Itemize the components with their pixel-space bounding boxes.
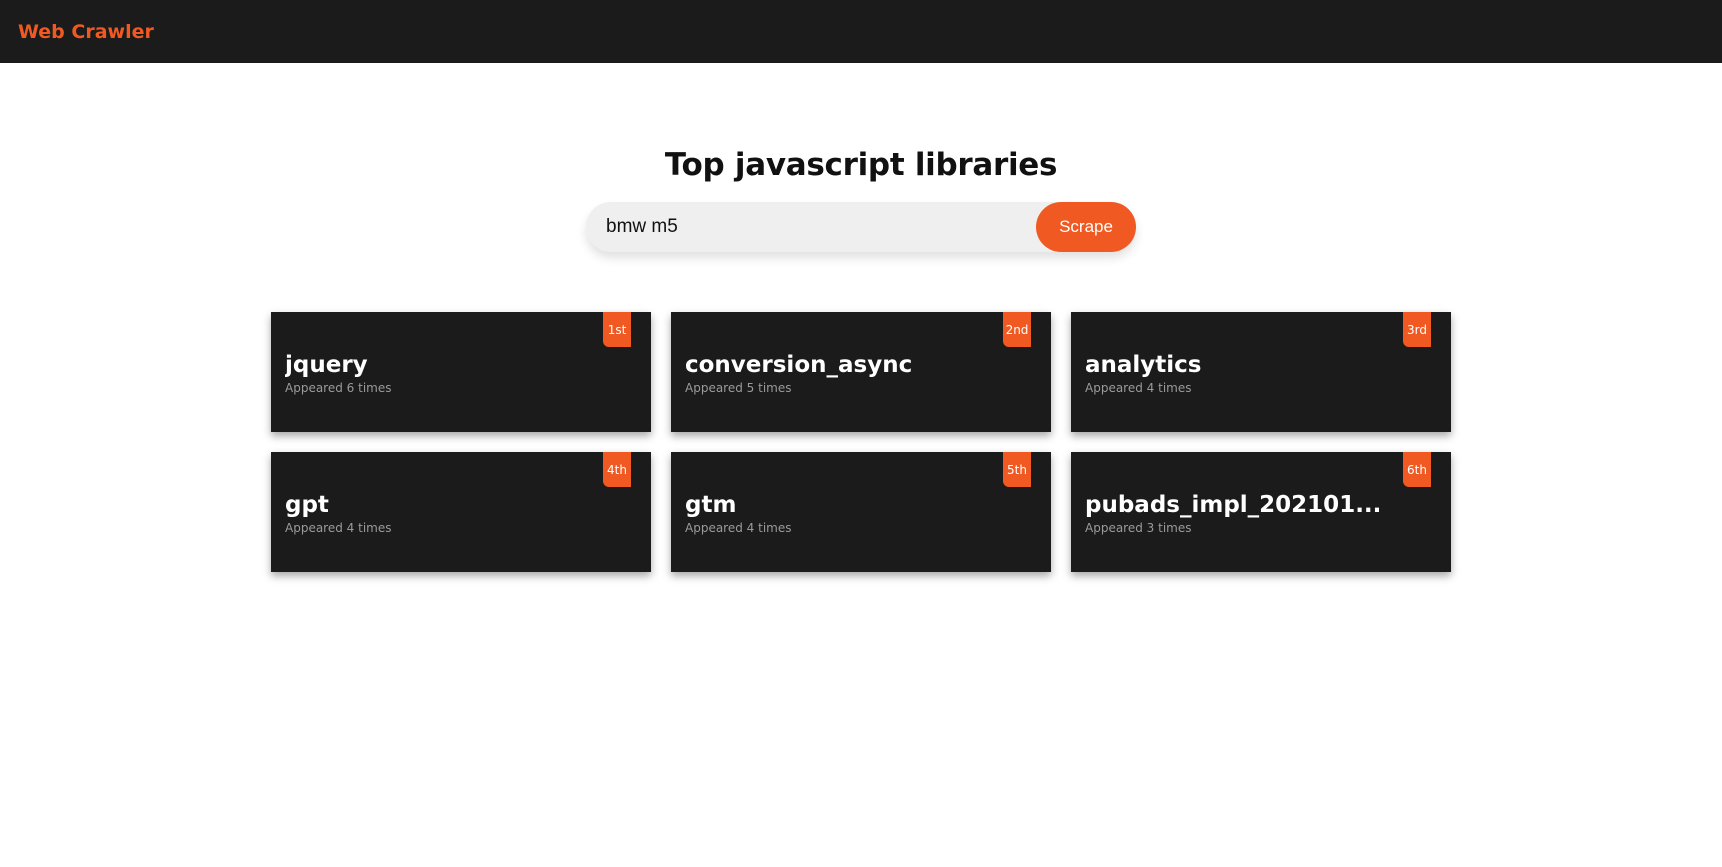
brand-logo[interactable]: Web Crawler: [18, 21, 154, 43]
page-title: Top javascript libraries: [664, 147, 1058, 183]
library-name: analytics: [1085, 352, 1202, 378]
main-content: Top javascript libraries Scrape 1st jque…: [0, 63, 1722, 572]
navbar: Web Crawler: [0, 0, 1722, 63]
rank-badge: 2nd: [1003, 312, 1031, 347]
rank-badge: 4th: [603, 452, 631, 487]
appearance-count: Appeared 5 times: [685, 381, 792, 395]
rank-badge: 5th: [1003, 452, 1031, 487]
result-card[interactable]: 6th pubads_impl_202101... Appeared 3 tim…: [1071, 452, 1451, 572]
result-card[interactable]: 1st jquery Appeared 6 times: [271, 312, 651, 432]
appearance-count: Appeared 4 times: [285, 521, 392, 535]
library-name: pubads_impl_202101...: [1085, 492, 1382, 518]
library-name: gpt: [285, 492, 329, 518]
rank-badge: 6th: [1403, 452, 1431, 487]
search-form: Scrape: [586, 202, 1136, 252]
results-grid: 1st jquery Appeared 6 times 2nd conversi…: [271, 312, 1451, 572]
result-card[interactable]: 2nd conversion_async Appeared 5 times: [671, 312, 1051, 432]
library-name: gtm: [685, 492, 737, 518]
rank-badge: 1st: [603, 312, 631, 347]
search-input[interactable]: [586, 202, 1036, 252]
scrape-button[interactable]: Scrape: [1036, 202, 1136, 252]
library-name: jquery: [285, 352, 368, 378]
appearance-count: Appeared 3 times: [1085, 521, 1192, 535]
appearance-count: Appeared 4 times: [1085, 381, 1192, 395]
appearance-count: Appeared 6 times: [285, 381, 392, 395]
library-name: conversion_async: [685, 352, 913, 378]
rank-badge: 3rd: [1403, 312, 1431, 347]
result-card[interactable]: 3rd analytics Appeared 4 times: [1071, 312, 1451, 432]
result-card[interactable]: 4th gpt Appeared 4 times: [271, 452, 651, 572]
result-card[interactable]: 5th gtm Appeared 4 times: [671, 452, 1051, 572]
appearance-count: Appeared 4 times: [685, 521, 792, 535]
